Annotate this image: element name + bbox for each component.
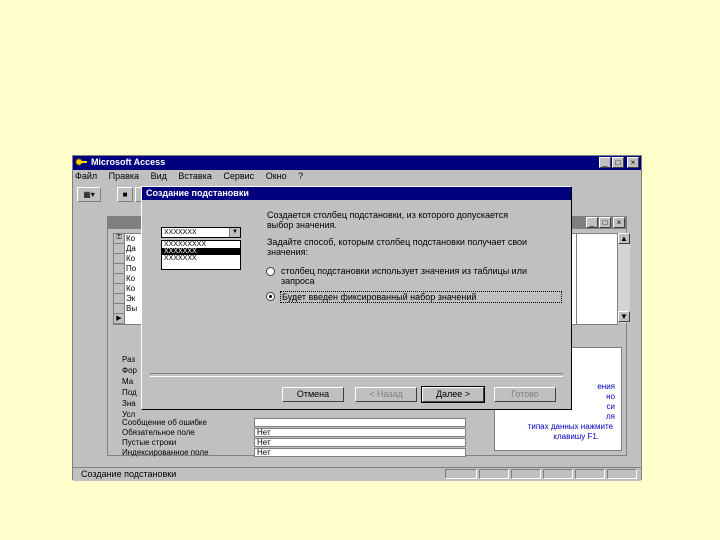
hint-line: клавишу F1. [553, 432, 599, 441]
preview-list-item: XXXXXXX [164, 255, 197, 262]
property-label: Сообщение об ошибке [122, 418, 207, 427]
description-column[interactable] [576, 233, 618, 325]
menu-window[interactable]: Окно [266, 171, 287, 181]
status-cell [479, 469, 509, 479]
dropdown-arrow-icon: ▼ [229, 228, 240, 237]
table-view-icon: ▦▾ [83, 190, 95, 199]
question-line: значения: [267, 247, 308, 257]
maximize-button[interactable]: □ [612, 157, 624, 168]
access-key-icon [75, 158, 87, 166]
hint-line: ения [597, 382, 615, 391]
option-fixed-radio[interactable] [266, 292, 275, 301]
option-fixed-label[interactable]: Будет введен фиксированный набор значени… [282, 292, 476, 302]
title-bar: Microsoft Access _ □ × [73, 156, 641, 170]
property-value[interactable]: Нет [254, 428, 466, 437]
table-maximize-button[interactable]: □ [599, 217, 611, 228]
option-table-label[interactable]: столбец подстановки использует значения … [281, 266, 527, 276]
status-cell [607, 469, 637, 479]
property-label: Индексированное поле [122, 448, 209, 457]
status-bar: Создание подстановки [73, 467, 641, 481]
property-label: Под [122, 388, 137, 397]
scroll-up-icon[interactable]: ▲ [618, 233, 630, 244]
save-button[interactable]: ■ [117, 187, 133, 202]
primary-key-icon: ⚿ [114, 234, 124, 244]
current-row-icon: ▶ [114, 314, 124, 324]
field-row[interactable]: Вы [126, 304, 137, 313]
menu-view[interactable]: Вид [151, 171, 167, 181]
menu-tools[interactable]: Сервис [223, 171, 254, 181]
preview-list-item: XXXXXXX [162, 248, 240, 255]
property-label: Ма [122, 377, 134, 386]
dialog-title: Создание подстановки [142, 187, 571, 200]
menu-bar: Файл Правка Вид Вставка Сервис Окно ? [75, 171, 312, 184]
field-row[interactable]: Ко [126, 284, 135, 293]
scroll-down-icon[interactable]: ▼ [618, 311, 630, 322]
save-icon: ■ [122, 190, 128, 199]
back-button[interactable]: < Назад [355, 387, 417, 402]
field-row[interactable]: Ко [126, 254, 135, 263]
preview-list-item: XXXXXXXXX [164, 241, 207, 248]
status-cell [511, 469, 541, 479]
dialog-separator [150, 373, 563, 377]
intro-line: выбор значения. [267, 220, 337, 230]
row-selectors[interactable]: ⚿ ▶ [114, 234, 125, 324]
menu-file[interactable]: Файл [75, 171, 97, 181]
preview-list: XXXXXXXXX XXXXXXX XXXXXXX [161, 240, 241, 270]
hint-line: но [606, 392, 615, 401]
preview-combo-text: XXXXXXX [164, 229, 197, 236]
property-value[interactable] [254, 418, 466, 427]
menu-edit[interactable]: Правка [109, 171, 139, 181]
hint-line: си [606, 402, 615, 411]
status-text: Создание подстановки [81, 469, 177, 479]
property-value[interactable]: Нет [254, 448, 466, 457]
table-minimize-button[interactable]: _ [586, 217, 598, 228]
property-label: Зна [122, 399, 136, 408]
field-row[interactable]: По [126, 264, 136, 273]
hint-line: ля [606, 412, 615, 421]
property-label: Раз [122, 355, 136, 364]
option-table-radio[interactable] [266, 267, 275, 276]
intro-line: Создается столбец подстановки, из которо… [267, 210, 509, 220]
property-value[interactable]: Нет [254, 438, 466, 447]
property-label: Пустые строки [122, 438, 177, 447]
menu-help[interactable]: ? [298, 171, 303, 181]
lookup-preview: XXXXXXX ▼ XXXXXXXXX XXXXXXX XXXXXXX [161, 227, 246, 272]
status-cell [543, 469, 573, 479]
finish-button[interactable]: Готово [494, 387, 556, 402]
minimize-button[interactable]: _ [599, 157, 611, 168]
vertical-scrollbar[interactable]: ▲ ▼ [618, 233, 630, 323]
hint-line: типах данных нажмите [527, 422, 613, 431]
page: { "app": { "title": "Microsoft Access", … [0, 0, 720, 540]
status-cell [445, 469, 477, 479]
view-button[interactable]: ▦▾ [77, 187, 101, 202]
field-row[interactable]: Ко [126, 234, 135, 243]
status-cell [575, 469, 605, 479]
app-title: Microsoft Access [91, 157, 166, 167]
next-button[interactable]: Далее > [421, 386, 485, 403]
field-row[interactable]: Эк [126, 294, 135, 303]
field-row[interactable]: Ко [126, 274, 135, 283]
preview-combo: XXXXXXX ▼ [161, 227, 241, 238]
table-close-button[interactable]: × [613, 217, 625, 228]
option-table-label-cont[interactable]: запроса [281, 276, 315, 286]
property-label: Фор [122, 366, 137, 375]
lookup-wizard-dialog: Создание подстановки XXXXXXX ▼ XXXXXXXXX… [141, 186, 572, 410]
question-line: Задайте способ, которым столбец подстано… [267, 237, 528, 247]
close-button[interactable]: × [627, 157, 639, 168]
menu-insert[interactable]: Вставка [178, 171, 211, 181]
cancel-button[interactable]: Отмена [282, 387, 344, 402]
property-label: Обязательное поле [122, 428, 195, 437]
field-row[interactable]: Да [126, 244, 136, 253]
